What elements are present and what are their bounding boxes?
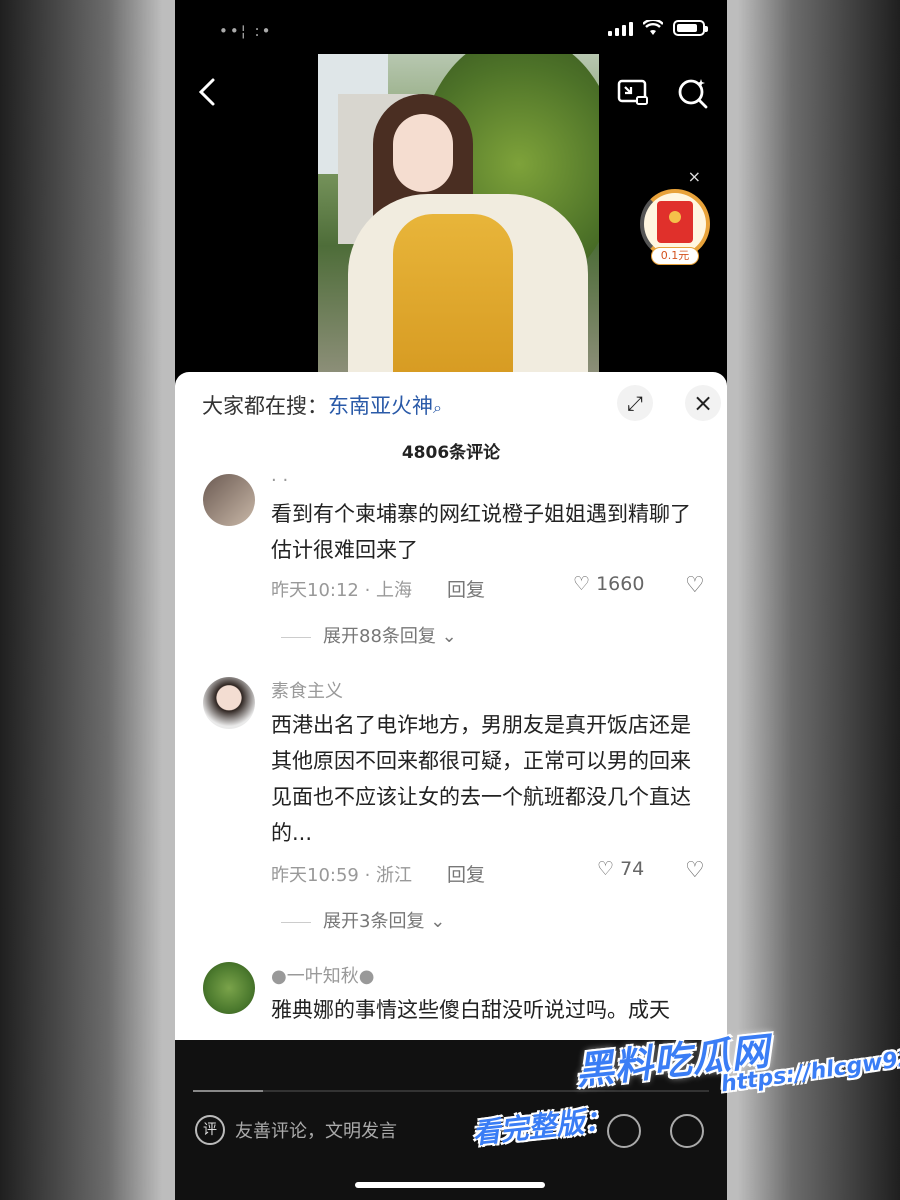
cast-icon <box>617 79 648 105</box>
avatar[interactable] <box>203 962 255 1014</box>
comment-sheet: 大家都在搜：东南亚火神⌕ ⤢ × 4806条评论 · · 看到有个柬埔寨的网红说… <box>175 372 727 1040</box>
battery-icon <box>673 20 708 36</box>
reply-button[interactable]: 回复 <box>447 860 485 887</box>
comment-text: 西港出名了电诈地方，男朋友是真开饭店还是其他原因不回来都很可疑，正常可以男的回来… <box>271 713 691 845</box>
heart-icon: ♡ <box>597 858 615 880</box>
phone-screen: ••¦ :• × 0.1元 大家都在搜：东南亚火神⌕ ⤢ × 4806条评论 ·… <box>175 0 727 1200</box>
home-indicator <box>355 1182 545 1188</box>
comment-placeholder: 友善评论，文明发言 <box>235 1121 397 1142</box>
wifi-icon <box>643 20 663 35</box>
mention-button[interactable] <box>670 1114 704 1148</box>
avatar[interactable] <box>203 677 255 729</box>
video-progress-bar[interactable] <box>193 1090 709 1092</box>
close-icon: × <box>692 389 714 417</box>
expand-replies-button[interactable]: 展开3条回复 ⌄ <box>281 907 445 933</box>
red-packet-close-button[interactable]: × <box>688 167 701 186</box>
expand-sheet-button[interactable]: ⤢ <box>617 385 653 421</box>
close-sheet-button[interactable]: × <box>685 385 721 421</box>
comment-count: 4806条评论 <box>401 443 501 463</box>
expand-replies-button[interactable]: 展开88条回复 ⌄ <box>281 622 457 648</box>
red-packet-amount: 0.1元 <box>651 247 699 265</box>
comment-text: 看到有个柬埔寨的网红说橙子姐姐遇到精聊了 估计很难回来了 <box>271 502 691 562</box>
expand-replies-label: 展开88条回复 <box>323 626 436 647</box>
like-count: 74 <box>620 858 645 880</box>
comment-username[interactable]: · · <box>271 470 288 491</box>
avatar[interactable] <box>203 474 255 526</box>
expand-icon: ⤢ <box>627 391 643 415</box>
red-envelope-icon <box>657 201 693 243</box>
comment-meta: 昨天10:12 · 上海 <box>271 580 413 601</box>
comment-location: 浙江 <box>376 865 413 886</box>
cast-button[interactable] <box>615 75 651 111</box>
video-player[interactable] <box>318 54 599 374</box>
reply-button[interactable]: 回复 <box>447 575 485 602</box>
chevron-down-icon: ⌄ <box>441 626 457 647</box>
signal-icon <box>608 20 633 36</box>
search-button[interactable] <box>675 75 711 111</box>
status-bar: ••¦ :• <box>175 0 727 58</box>
trending-search[interactable]: 大家都在搜：东南亚火神⌕ <box>202 390 442 420</box>
dislike-icon[interactable]: ♡ <box>685 858 705 883</box>
chevron-left-icon <box>198 78 215 106</box>
search-glyph-icon: ⌕ <box>433 398 442 417</box>
comment-location: 上海 <box>376 580 413 601</box>
search-icon <box>678 79 708 109</box>
comment-icon: 评 <box>195 1115 225 1145</box>
red-packet-widget[interactable]: × 0.1元 <box>637 167 715 270</box>
chevron-down-icon: ⌄ <box>430 911 446 932</box>
comment-username[interactable]: 素食主义 <box>271 677 343 703</box>
like-button[interactable]: ♡ 74 <box>597 858 644 880</box>
comment-meta: 昨天10:59 · 浙江 <box>271 865 413 886</box>
status-icons <box>608 20 708 36</box>
comment-time: 昨天10:59 <box>271 865 359 886</box>
status-left: ••¦ :• <box>219 22 273 40</box>
dislike-icon[interactable]: ♡ <box>685 573 705 598</box>
comment-username[interactable]: ●一叶知秋● <box>271 962 374 988</box>
search-prefix: 大家都在搜： <box>202 394 328 418</box>
expand-replies-label: 展开3条回复 <box>323 911 425 932</box>
comment-text: 雅典娜的事情这些傻白甜没听说过吗。成天 <box>271 998 670 1022</box>
comment-time: 昨天10:12 <box>271 580 359 601</box>
search-keyword[interactable]: 东南亚火神 <box>328 394 433 418</box>
like-button[interactable]: ♡ 1660 <box>573 573 644 595</box>
like-count: 1660 <box>596 573 645 595</box>
back-button[interactable] <box>189 72 229 112</box>
comment-input[interactable]: 评 友善评论，文明发言 <box>195 1112 397 1148</box>
heart-icon: ♡ <box>573 573 591 595</box>
